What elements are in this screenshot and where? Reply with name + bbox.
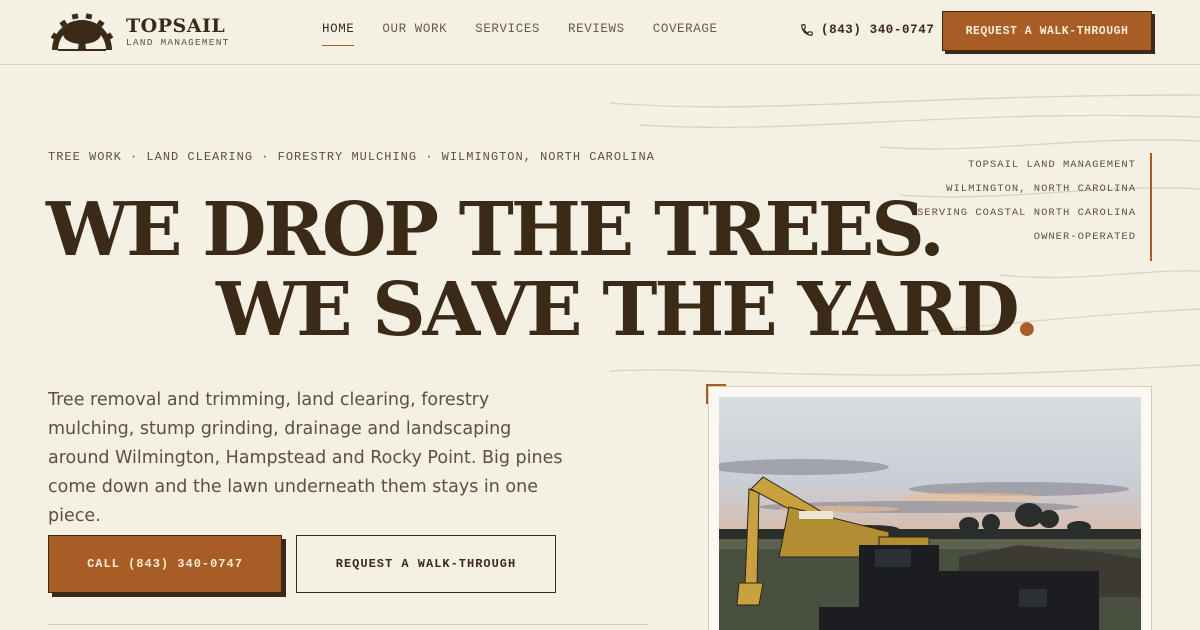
nav-item-our-work[interactable]: OUR WORK <box>382 22 447 46</box>
phone-icon <box>801 24 813 36</box>
request-walkthrough-button[interactable]: REQUEST A WALK-THROUGH <box>296 535 556 593</box>
main-nav: HOME OUR WORK SERVICES REVIEWS COVERAGE <box>322 22 746 46</box>
brand-subtitle: LAND MANAGEMENT <box>126 37 230 48</box>
brand-logo[interactable]: TOPSAIL LAND MANAGEMENT <box>48 12 230 52</box>
call-button[interactable]: CALL (843) 340-0747 <box>48 535 282 593</box>
header-phone-number: (843) 340-0747 <box>821 23 935 37</box>
nav-item-services[interactable]: SERVICES <box>475 22 540 46</box>
headline-line-1: WE DROP THE TREES. <box>46 187 945 273</box>
header-request-walkthrough-button[interactable]: REQUEST A WALK-THROUGH <box>942 11 1152 51</box>
header-phone-link[interactable]: (843) 340-0747 <box>800 23 934 37</box>
nav-item-reviews[interactable]: REVIEWS <box>568 22 625 46</box>
hero-headline: WE DROP THE TREES. WE SAVE THE YARD. <box>46 187 1040 353</box>
nav-item-coverage[interactable]: COVERAGE <box>653 22 718 46</box>
nav-item-home[interactable]: HOME <box>322 22 355 46</box>
gear-tree-icon <box>50 13 114 51</box>
headline-line-2-wrap: WE SAVE THE YARD. <box>216 267 1040 353</box>
site-header: TOPSAIL LAND MANAGEMENT HOME OUR WORK SE… <box>0 0 1200 65</box>
hero-divider <box>48 624 648 625</box>
headline-line-2: WE SAVE THE YARD <box>216 267 1017 353</box>
excavator-sunset-photo <box>719 397 1141 630</box>
hero-eyebrow: TREE WORK · LAND CLEARING · FORESTRY MUL… <box>48 150 655 164</box>
headline-accent-dot: . <box>1014 267 1040 353</box>
hero-lead-paragraph: Tree removal and trimming, land clearing… <box>48 390 563 526</box>
side-meta-company: TOPSAIL LAND MANAGEMENT <box>968 159 1136 171</box>
brand-name: TOPSAIL <box>126 15 226 37</box>
